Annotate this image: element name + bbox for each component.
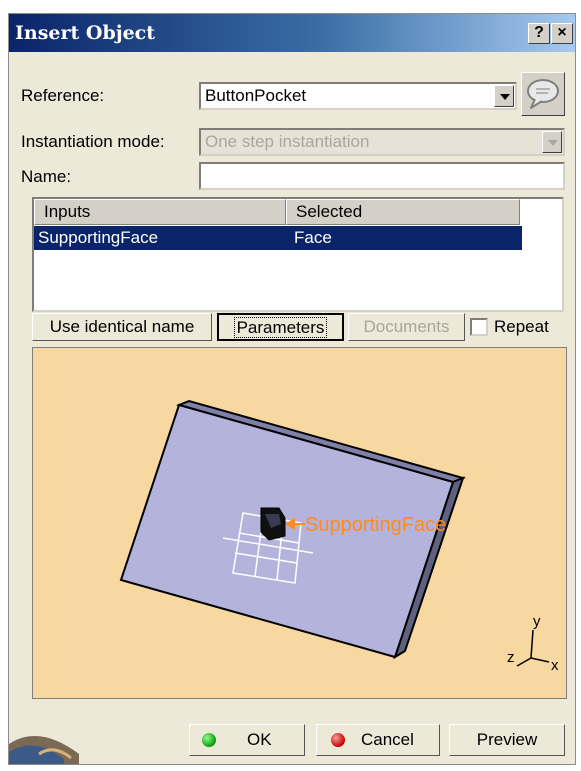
inputs-list[interactable]: Inputs Selected SupportingFace Face bbox=[32, 197, 564, 312]
reference-label: Reference: bbox=[21, 86, 105, 105]
instantiation-mode-value: One step instantiation bbox=[205, 132, 370, 151]
ok-button[interactable]: OK bbox=[189, 724, 305, 756]
title-bar[interactable]: Insert Object ? × bbox=[9, 14, 575, 52]
chevron-down-icon bbox=[548, 140, 558, 146]
instantiation-mode-dropdown-button[interactable] bbox=[542, 131, 562, 153]
use-identical-name-label: Use identical name bbox=[49, 317, 195, 336]
red-dot-icon bbox=[331, 733, 345, 747]
axis-z-label: z bbox=[507, 649, 515, 666]
repeat-label: Repeat bbox=[494, 317, 549, 336]
use-identical-name-button[interactable]: Use identical name bbox=[32, 313, 212, 341]
speech-bubble-button[interactable] bbox=[521, 72, 565, 116]
axis-y-label: y bbox=[533, 613, 541, 630]
name-input[interactable] bbox=[199, 162, 565, 190]
instantiation-mode-combo[interactable]: One step instantiation bbox=[199, 128, 565, 156]
axis-x-label: x bbox=[551, 657, 559, 674]
speech-bubble-icon bbox=[527, 79, 559, 109]
help-button[interactable]: ? bbox=[528, 23, 550, 44]
preview-viewport[interactable]: SupportingFace y x z bbox=[32, 347, 567, 699]
cancel-button[interactable]: Cancel bbox=[316, 724, 440, 756]
column-header-inputs[interactable]: Inputs bbox=[34, 199, 286, 225]
instantiation-mode-label: Instantiation mode: bbox=[21, 132, 165, 151]
close-button[interactable]: × bbox=[551, 23, 573, 44]
reference-value: ButtonPocket bbox=[205, 86, 307, 105]
preview-3d-scene: SupportingFace y x z bbox=[119, 399, 559, 674]
chevron-down-icon bbox=[500, 94, 510, 100]
list-row[interactable]: SupportingFace Face bbox=[34, 226, 522, 250]
reference-dropdown-button[interactable] bbox=[494, 85, 514, 107]
documents-button[interactable]: Documents bbox=[348, 313, 465, 341]
row-selected-cell: Face bbox=[294, 228, 332, 247]
insert-object-dialog: Insert Object ? × Reference: ButtonPocke… bbox=[8, 13, 576, 765]
column-header-selected[interactable]: Selected bbox=[286, 199, 520, 225]
green-dot-icon bbox=[202, 733, 216, 747]
dialog-title: Insert Object bbox=[15, 22, 156, 44]
documents-label: Documents bbox=[363, 317, 450, 336]
axis-triad-icon bbox=[516, 629, 550, 667]
cancel-label: Cancel bbox=[361, 730, 414, 749]
preview-button[interactable]: Preview bbox=[449, 724, 565, 756]
supporting-face-annotation: SupportingFace bbox=[305, 514, 446, 536]
row-input-cell: SupportingFace bbox=[38, 228, 159, 247]
name-label: Name: bbox=[21, 167, 72, 186]
decorative-corner-graphic bbox=[9, 736, 79, 764]
parameters-label: Parameters bbox=[233, 317, 328, 338]
reference-combo[interactable]: ButtonPocket bbox=[199, 82, 517, 110]
repeat-checkbox[interactable] bbox=[470, 318, 488, 336]
parameters-button[interactable]: Parameters bbox=[217, 313, 344, 341]
ok-label: OK bbox=[247, 730, 272, 749]
preview-label: Preview bbox=[476, 730, 538, 749]
